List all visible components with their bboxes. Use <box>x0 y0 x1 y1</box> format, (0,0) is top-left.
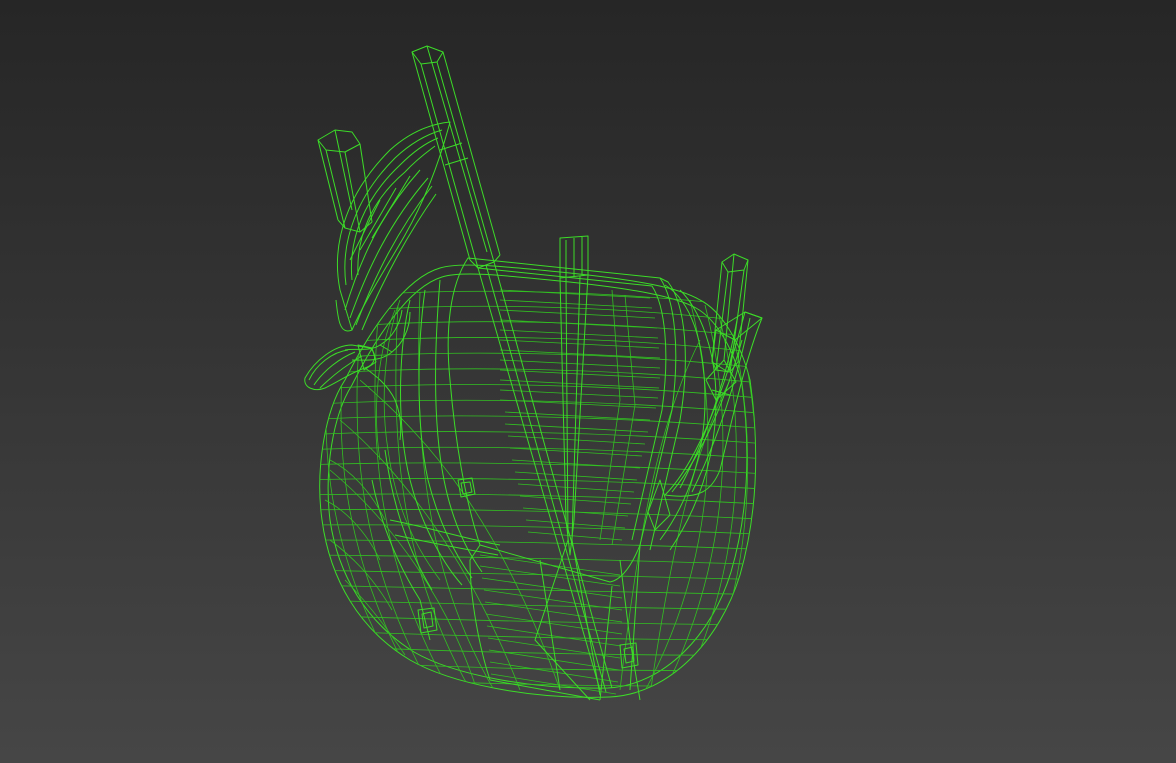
inner-cavity-mesh <box>479 289 661 695</box>
3d-viewport[interactable] <box>0 0 1176 763</box>
left-panel <box>371 279 501 641</box>
left-blade <box>335 121 451 332</box>
center-stick <box>534 235 601 701</box>
wireframe-model[interactable] <box>0 0 1176 763</box>
